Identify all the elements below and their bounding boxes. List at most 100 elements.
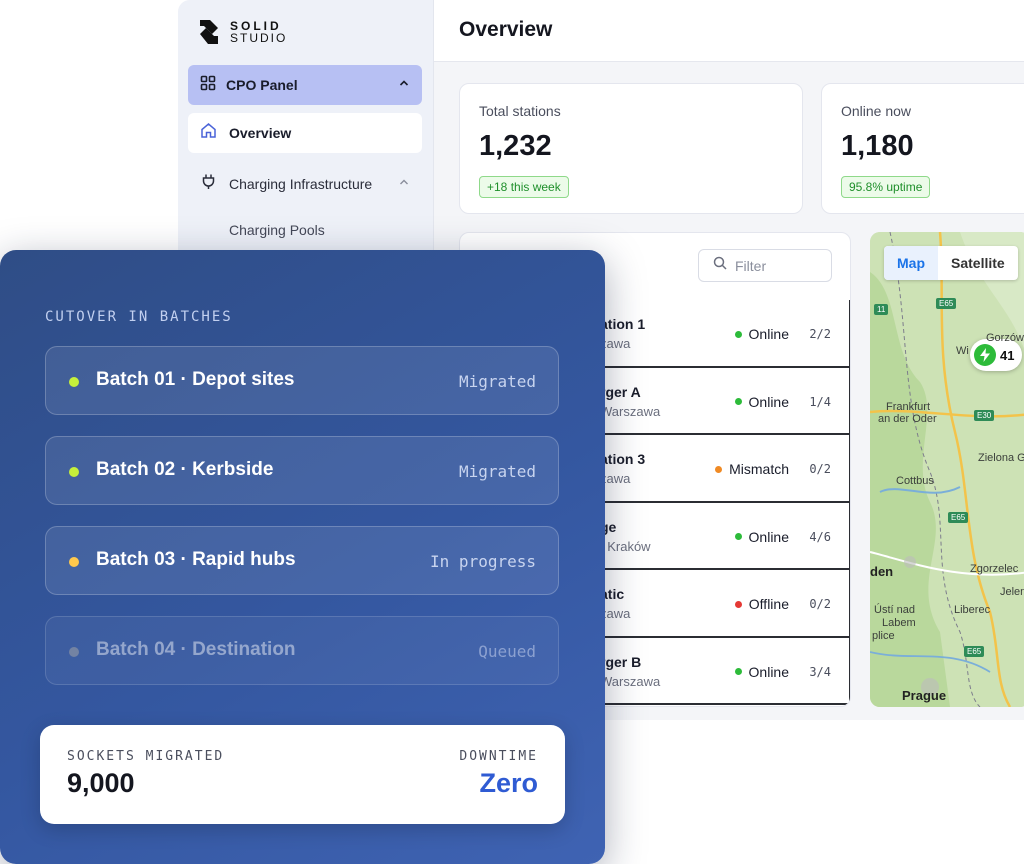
sidebar-subitem-charging-pools[interactable]: Charging Pools	[229, 222, 325, 238]
sockets-migrated-value: 9,000	[67, 768, 135, 798]
batch-item[interactable]: Batch 02 · Kerbside Migrated	[45, 436, 559, 505]
home-icon	[200, 122, 217, 144]
search-icon	[713, 256, 727, 275]
panel-heading: CUTOVER IN BATCHES	[45, 309, 233, 325]
filter-input[interactable]: Filter	[698, 249, 832, 282]
status-dot	[734, 533, 742, 540]
map-label: plice	[872, 630, 895, 642]
status-dot	[69, 557, 79, 567]
plug-icon	[200, 173, 217, 195]
map-label: an der Oder	[878, 413, 937, 425]
connector-count: 1/4	[809, 394, 831, 409]
map-label: Prague	[902, 688, 947, 703]
batch-name: Batch 01 · Depot sites	[96, 369, 295, 390]
map-label: Zgorzelec	[970, 563, 1019, 575]
status-text: Online	[748, 528, 789, 545]
filter-placeholder: Filter	[735, 257, 767, 274]
status-text: Online	[748, 393, 789, 410]
road-shield: 11	[874, 304, 889, 315]
map-label: Cottbus	[896, 475, 934, 487]
stage: SOLID STUDIO CPO Panel Overview Charging…	[0, 0, 1024, 864]
migration-summary-card: SOCKETS MIGRATED 9,000 DOWNTIME Zero	[40, 725, 565, 824]
grid-icon	[200, 75, 216, 96]
solid-studio-logo-mark	[198, 18, 220, 46]
status-dot	[715, 465, 723, 473]
batch-name: Batch 02 · Kerbside	[96, 459, 274, 480]
map-label: Labem	[882, 617, 916, 629]
batch-state: In progress	[430, 552, 536, 571]
station-location: Warszawa	[600, 403, 661, 419]
status-text: Mismatch	[729, 461, 789, 477]
batch-state: Migrated	[458, 462, 536, 481]
connector-count: 2/2	[809, 327, 831, 341]
batch-name: Batch 03 · Rapid hubs	[96, 549, 296, 570]
map-label: den	[870, 564, 894, 579]
batch-state: Migrated	[458, 372, 536, 391]
batch-item[interactable]: Batch 01 · Depot sites Migrated	[45, 346, 559, 415]
batch-name: Batch 04 · Destination	[96, 639, 296, 660]
station-name: ation 3	[600, 451, 646, 467]
pin-count: 41	[1000, 347, 1015, 363]
downtime-value: Zero	[479, 768, 538, 798]
sidebar-item-overview[interactable]: Overview	[188, 113, 422, 153]
map-label: Wi	[956, 345, 969, 357]
stat-badge: +18 this week	[479, 176, 569, 198]
connector-count: 3/4	[809, 664, 831, 679]
status-text: Online	[748, 663, 789, 680]
status-badge: Online	[734, 326, 789, 342]
map-label: Zielona G	[978, 452, 1024, 464]
sidebar-item-charging-infrastructure[interactable]: Charging Infrastructure	[188, 162, 422, 206]
status-dot	[69, 647, 79, 657]
map-label: Gorzów	[986, 332, 1024, 344]
connector-count: 0/2	[809, 462, 831, 476]
sockets-migrated-label: SOCKETS MIGRATED	[67, 749, 225, 764]
status-text: Online	[748, 326, 789, 342]
stat-label: Online now	[841, 103, 912, 119]
station-location: Warszawa	[600, 673, 661, 689]
tab-satellite[interactable]: Satellite	[938, 246, 1018, 280]
stat-card-online-now: Online now 1,180 95.8% uptime	[821, 83, 1024, 214]
map-label: Liberec	[954, 604, 991, 616]
stations-map[interactable]: Map Satellite 41 Gorzów Wi Frankfurt an …	[870, 232, 1024, 707]
tab-map[interactable]: Map	[884, 246, 938, 280]
brand-line-2: STUDIO	[230, 31, 288, 45]
status-badge: Online	[734, 528, 789, 545]
status-badge: Offline	[734, 596, 789, 612]
status-text: Offline	[748, 596, 789, 612]
status-badge: Mismatch	[715, 461, 789, 477]
chevron-up-icon[interactable]	[398, 76, 410, 94]
page-title: Overview	[459, 18, 553, 41]
status-dot	[734, 330, 742, 338]
status-dot	[734, 600, 742, 608]
status-dot	[69, 377, 79, 387]
stat-badge: 95.8% uptime	[841, 176, 931, 198]
road-shield: E30	[974, 410, 995, 421]
map-type-toggle: Map Satellite	[884, 246, 1018, 280]
status-badge: Online	[734, 663, 789, 680]
status-badge: Online	[734, 393, 789, 410]
nav-group-label: CPO Panel	[226, 77, 298, 93]
road-shield: E65	[964, 646, 985, 657]
sidebar-item-label: Overview	[229, 125, 292, 141]
chevron-up-icon[interactable]	[398, 175, 410, 193]
brand-wordmark: SOLID STUDIO	[230, 20, 287, 44]
status-dot	[69, 467, 79, 477]
map-label: Ústí nad	[874, 604, 915, 616]
stat-value: 1,232	[479, 130, 552, 162]
nav-group-cpo-panel[interactable]: CPO Panel	[188, 65, 422, 105]
station-location: , Kraków	[600, 538, 651, 554]
map-label: Frankfurt	[886, 401, 931, 413]
batch-state: Queued	[478, 642, 536, 661]
brand-logo[interactable]: SOLID STUDIO	[198, 18, 287, 46]
station-name: rger A	[600, 383, 641, 400]
sidebar-item-label: Charging Infrastructure	[229, 176, 373, 192]
downtime-label: DOWNTIME	[459, 749, 538, 764]
batch-item[interactable]: Batch 04 · Destination Queued	[45, 616, 559, 685]
station-name: rger B	[600, 653, 642, 670]
station-name: ation 1	[600, 316, 646, 332]
map-label: Jelen	[1000, 586, 1024, 598]
stat-value: 1,180	[841, 130, 914, 162]
batch-item[interactable]: Batch 03 · Rapid hubs In progress	[45, 526, 559, 595]
road-shield: E65	[936, 298, 957, 309]
status-dot	[734, 398, 742, 405]
